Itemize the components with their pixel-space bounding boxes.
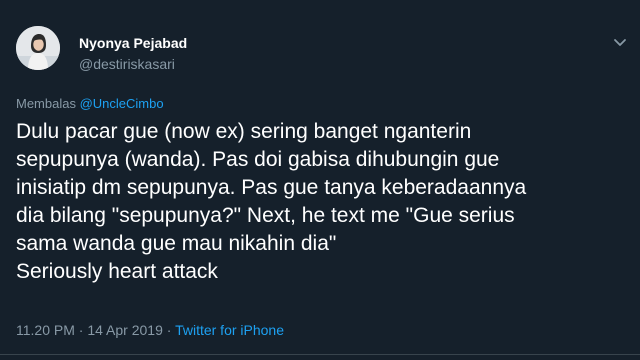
tweet-source-link[interactable]: Twitter for iPhone xyxy=(175,322,284,338)
tweet-text-line: Seriously heart attack xyxy=(16,260,218,283)
tweet-text-line: dia bilang "sepupunya?" Next, he text me… xyxy=(16,204,515,227)
author-handle[interactable]: @destiriskasari xyxy=(79,56,175,72)
reply-context: Membalas @UncleCimbo xyxy=(16,96,164,111)
meta-separator: · xyxy=(162,322,176,338)
chevron-down-icon[interactable] xyxy=(610,32,630,52)
tweet-meta: 11.20 PM · 14 Apr 2019 · Twitter for iPh… xyxy=(16,322,284,338)
divider xyxy=(0,354,640,355)
tweet-text-line: sepupunya (wanda). Pas doi gabisa dihubu… xyxy=(16,148,500,171)
tweet-time[interactable]: 11.20 PM xyxy=(16,322,75,338)
reply-prefix: Membalas xyxy=(16,96,76,111)
tweet-text-line: sama wanda gue mau nikahin dia" xyxy=(16,232,337,255)
tweet-card: Nyonya Pejabad @destiriskasari Membalas … xyxy=(0,0,640,360)
tweet-text-line: inisiatip dm sepupunya. Pas gue tanya ke… xyxy=(16,176,527,199)
author-display-name[interactable]: Nyonya Pejabad xyxy=(79,35,187,51)
meta-separator: · xyxy=(74,322,88,338)
profile-photo-icon xyxy=(16,26,60,70)
tweet-date[interactable]: 14 Apr 2019 xyxy=(87,322,163,338)
avatar[interactable] xyxy=(16,26,60,70)
tweet-text: Dulu pacar gue (now ex) sering banget ng… xyxy=(16,118,616,286)
reply-mention-link[interactable]: @UncleCimbo xyxy=(80,96,164,111)
tweet-text-line: Dulu pacar gue (now ex) sering banget ng… xyxy=(16,120,472,143)
